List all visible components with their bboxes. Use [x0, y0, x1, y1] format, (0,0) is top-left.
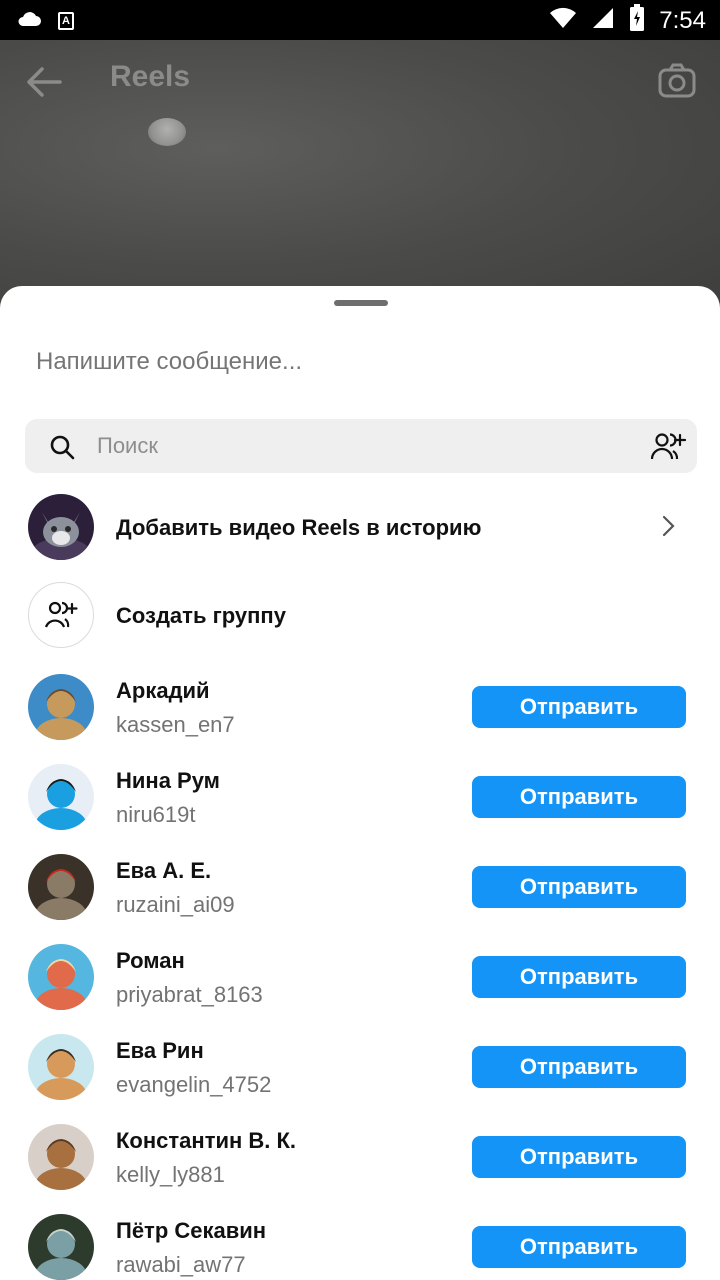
- add-to-story-label: Добавить видео Reels в историю: [116, 515, 482, 540]
- create-group-label: Создать группу: [116, 603, 286, 628]
- message-input[interactable]: [36, 342, 676, 382]
- avatar: [28, 1214, 94, 1280]
- avatar: [28, 854, 94, 920]
- avatar: [28, 494, 94, 560]
- search-placeholder: Поиск: [97, 433, 158, 458]
- camera-icon[interactable]: [658, 62, 696, 100]
- chevron-right-icon: [658, 514, 678, 538]
- sheet-drag-handle[interactable]: [334, 300, 388, 306]
- contact-row[interactable]: Ева А. Е. ruzaini_ai09 Отправить: [0, 854, 720, 934]
- contact-username: evangelin_4752: [116, 1072, 272, 1097]
- avatar: [28, 944, 94, 1010]
- send-button[interactable]: Отправить: [472, 686, 686, 728]
- contact-username: niru619t: [116, 802, 196, 827]
- send-button[interactable]: Отправить: [472, 1046, 686, 1088]
- contact-name: Ева Рин: [116, 1038, 204, 1063]
- contact-name: Константин В. К.: [116, 1128, 297, 1153]
- contact-name: Роман: [116, 948, 185, 973]
- cloud-icon: [16, 8, 42, 33]
- back-arrow-icon[interactable]: [24, 62, 64, 102]
- signal-icon: [591, 6, 615, 35]
- contact-row[interactable]: Аркадий kassen_en7 Отправить: [0, 674, 720, 754]
- send-button[interactable]: Отправить: [472, 1136, 686, 1178]
- contact-row[interactable]: Нина Рум niru619t Отправить: [0, 764, 720, 844]
- contact-username: kassen_en7: [116, 712, 235, 737]
- create-group-row[interactable]: Создать группу: [0, 582, 720, 662]
- contact-row[interactable]: Пётр Секавин rawabi_aw77 Отправить: [0, 1214, 720, 1280]
- wifi-icon: [549, 6, 577, 35]
- add-to-story-row[interactable]: Добавить видео Reels в историю: [0, 494, 720, 574]
- contact-username: kelly_ly881: [116, 1162, 225, 1187]
- send-button[interactable]: Отправить: [472, 956, 686, 998]
- create-group-avatar: [28, 582, 94, 648]
- add-people-icon[interactable]: [650, 431, 687, 461]
- status-bar: A 7:54: [0, 0, 720, 40]
- avatar: [28, 1034, 94, 1100]
- contact-username: ruzaini_ai09: [116, 892, 235, 917]
- avatar: [28, 674, 94, 740]
- video-content: [148, 118, 186, 146]
- contact-name: Ева А. Е.: [116, 858, 212, 883]
- contact-name: Нина Рум: [116, 768, 220, 793]
- contact-username: rawabi_aw77: [116, 1252, 246, 1277]
- send-button[interactable]: Отправить: [472, 1226, 686, 1268]
- contact-row[interactable]: Ева Рин evangelin_4752 Отправить: [0, 1034, 720, 1114]
- contact-row[interactable]: Константин В. К. kelly_ly881 Отправить: [0, 1124, 720, 1204]
- search-bar[interactable]: Поиск: [25, 419, 697, 473]
- send-button[interactable]: Отправить: [472, 776, 686, 818]
- send-button[interactable]: Отправить: [472, 866, 686, 908]
- reels-title: Reels: [110, 60, 191, 93]
- status-time: 7:54: [659, 6, 706, 34]
- a-badge-icon: A: [58, 11, 74, 30]
- share-sheet: Поиск Добавить видео Reels в историю: [0, 286, 720, 1280]
- battery-icon: [629, 4, 645, 37]
- contact-row[interactable]: Роман priyabrat_8163 Отправить: [0, 944, 720, 1024]
- avatar: [28, 1124, 94, 1190]
- contact-username: priyabrat_8163: [116, 982, 263, 1007]
- contact-name: Аркадий: [116, 678, 210, 703]
- avatar: [28, 764, 94, 830]
- search-icon: [49, 434, 75, 460]
- reels-header: Reels: [0, 40, 720, 122]
- contact-name: Пётр Секавин: [116, 1218, 267, 1243]
